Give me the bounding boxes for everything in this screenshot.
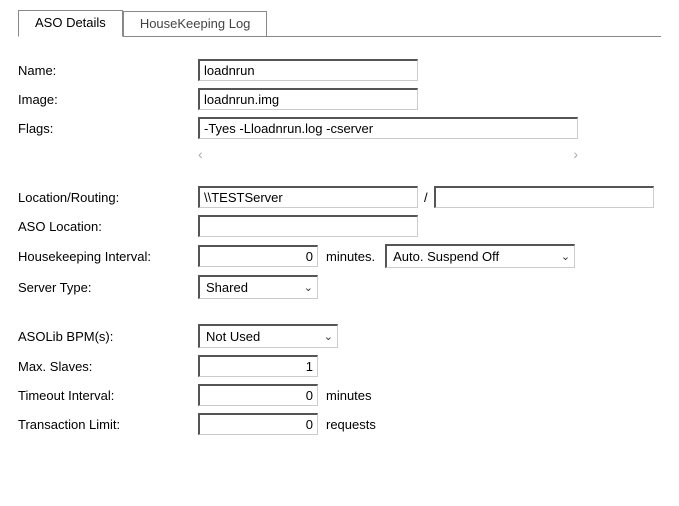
transaction-limit-field[interactable] xyxy=(198,413,318,435)
auto-suspend-value: Auto. Suspend Off xyxy=(393,249,499,264)
unit-requests: requests xyxy=(326,417,376,432)
tab-housekeeping-log[interactable]: HouseKeeping Log xyxy=(123,11,268,37)
left-arrow-icon[interactable]: ‹ xyxy=(198,146,203,162)
auto-suspend-select[interactable]: Auto. Suspend Off ⌄ xyxy=(385,244,575,268)
label-housekeeping-interval: Housekeeping Interval: xyxy=(18,249,198,264)
label-timeout-interval: Timeout Interval: xyxy=(18,388,198,403)
label-server-type: Server Type: xyxy=(18,280,198,295)
timeout-interval-field[interactable] xyxy=(198,384,318,406)
label-max-slaves: Max. Slaves: xyxy=(18,359,198,374)
chevron-down-icon: ⌄ xyxy=(304,281,313,294)
chevron-down-icon: ⌄ xyxy=(561,250,570,263)
location-field[interactable] xyxy=(198,186,418,208)
flags-field[interactable] xyxy=(198,117,578,139)
label-name: Name: xyxy=(18,63,198,78)
right-arrow-icon[interactable]: › xyxy=(573,146,578,162)
label-transaction-limit: Transaction Limit: xyxy=(18,417,198,432)
server-type-value: Shared xyxy=(206,280,248,295)
label-asolib-bpm: ASOLib BPM(s): xyxy=(18,329,198,344)
label-image: Image: xyxy=(18,92,198,107)
flags-scroll: ‹ › xyxy=(198,146,578,162)
unit-minutes: minutes xyxy=(326,388,372,403)
tab-aso-details[interactable]: ASO Details xyxy=(18,10,123,37)
server-type-select[interactable]: Shared ⌄ xyxy=(198,275,318,299)
routing-field[interactable] xyxy=(434,186,654,208)
asolib-bpm-value: Not Used xyxy=(206,329,260,344)
housekeeping-interval-field[interactable] xyxy=(198,245,318,267)
max-slaves-field[interactable] xyxy=(198,355,318,377)
label-aso-location: ASO Location: xyxy=(18,219,198,234)
chevron-down-icon: ⌄ xyxy=(324,330,333,343)
image-field[interactable] xyxy=(198,88,418,110)
slash-separator: / xyxy=(424,190,428,205)
label-flags: Flags: xyxy=(18,121,198,136)
asolib-bpm-select[interactable]: Not Used ⌄ xyxy=(198,324,338,348)
name-field[interactable] xyxy=(198,59,418,81)
tab-bar: ASO Details HouseKeeping Log xyxy=(18,10,661,37)
label-location-routing: Location/Routing: xyxy=(18,190,198,205)
aso-location-field[interactable] xyxy=(198,215,418,237)
unit-minutes-period: minutes. xyxy=(326,249,375,264)
